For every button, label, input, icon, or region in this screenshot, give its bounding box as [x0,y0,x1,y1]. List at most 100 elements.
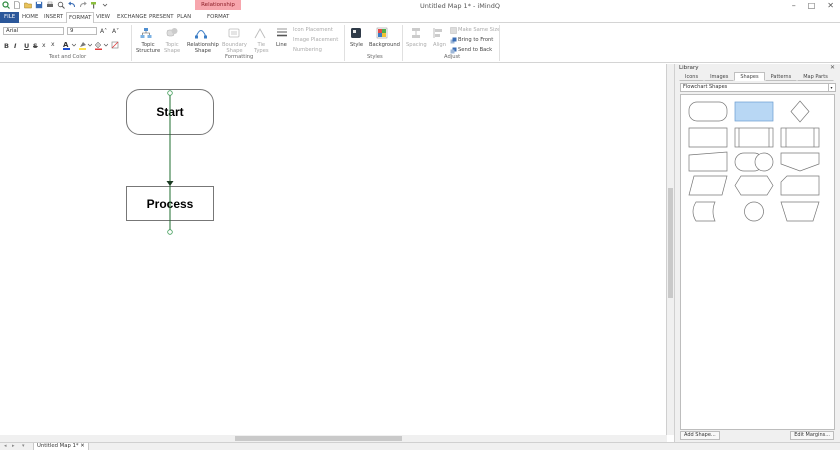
line-icon[interactable] [276,27,288,39]
tab-present[interactable]: PRESENT [147,12,176,23]
send-to-back-button[interactable]: Send to Back [458,47,492,53]
shape-manual-operation[interactable] [780,201,820,222]
document-tab[interactable]: Untitled Map 1* ✕ [33,443,89,450]
topic-structure-icon[interactable] [140,27,152,39]
background-icon[interactable] [376,27,388,39]
send-to-back-icon[interactable] [450,47,457,54]
library-panel: Library ✕ Icons Images Shapes Patterns M… [674,64,840,442]
maximize-button[interactable]: □ [808,1,816,10]
style-label[interactable]: Style [350,42,363,48]
shapes-gallery [680,94,835,430]
grow-font-icon[interactable]: A˄ [100,28,107,35]
shape-preparation[interactable] [780,152,820,172]
tab-exchange[interactable]: EXCHANGE [115,12,149,23]
ribbon-separator [499,25,500,61]
group-label-formatting: Formatting [225,54,254,60]
close-document-icon[interactable]: ✕ [80,443,84,449]
font-color-icon[interactable]: A [62,40,76,50]
group-label-adjust: Adjust [444,54,461,60]
map-canvas[interactable] [0,64,667,435]
style-icon[interactable] [350,27,362,39]
shape-card[interactable] [780,175,820,196]
chevron-down-icon[interactable]: ▾ [828,84,834,91]
library-tab-patterns[interactable]: Patterns [764,72,798,81]
topic-start[interactable]: Start [126,89,214,135]
add-shape-button[interactable]: Add Shape... [680,431,720,440]
background-label[interactable]: Background [369,42,400,48]
shape-hexagon[interactable] [734,175,774,196]
tab-list-icon[interactable]: ▾ [22,443,25,449]
edit-margins-button[interactable]: Edit Margins... [790,431,834,440]
italic-button[interactable]: I [14,42,16,50]
subscript-button[interactable]: x [42,42,46,49]
bring-to-front-button[interactable]: Bring to Front [458,37,493,43]
new-file-icon[interactable] [13,1,21,9]
undo-icon[interactable] [68,1,76,9]
shrink-font-icon[interactable]: A˅ [112,28,119,35]
superscript-button[interactable]: x [51,41,55,48]
shape-decision[interactable] [790,100,810,123]
line-label[interactable]: Line [276,42,287,48]
open-folder-icon[interactable] [24,1,32,9]
context-tab-relationship: Relationship [195,0,241,10]
image-placement-button: Image Placement [293,37,339,43]
minimize-button[interactable]: – [792,1,796,10]
close-button[interactable]: ✕ [827,1,834,10]
make-same-size-icon [450,27,457,34]
bold-button[interactable]: B [4,42,9,50]
ribbon-separator [344,25,345,61]
print-icon[interactable] [46,1,54,9]
font-size-combo[interactable]: 9 [67,27,97,35]
library-tab-images[interactable]: Images [704,72,735,81]
underline-button[interactable]: U [24,42,29,50]
strikethrough-button[interactable]: S [33,42,38,50]
shape-category-select[interactable]: Flowchart Shapes ▾ [680,83,836,92]
shape-data[interactable] [688,127,728,148]
shape-stored-data[interactable] [692,201,716,222]
topic-structure-label[interactable]: Topic Structure [136,42,160,54]
library-tab-map-parts[interactable]: Map Parts [797,72,834,81]
tab-relationship-format[interactable]: FORMAT [205,12,231,23]
tab-home[interactable]: HOME [20,12,40,23]
canvas-horizontal-scrollbar[interactable] [0,435,667,442]
fill-color-icon[interactable] [94,40,108,50]
topic-process[interactable]: Process [126,186,214,221]
preview-icon[interactable] [57,1,65,9]
shape-manual-input[interactable] [734,152,774,172]
boundary-shape-icon [228,28,240,38]
tab-insert[interactable]: INSERT [42,12,65,23]
highlight-color-icon[interactable] [78,40,92,50]
tab-scroll-right-icon[interactable]: ▸ [12,443,15,449]
library-tab-icons[interactable]: Icons [679,72,705,81]
shape-predefined-process[interactable] [734,127,774,148]
canvas-vertical-scrollbar[interactable] [667,64,674,435]
shape-internal-storage[interactable] [780,127,820,148]
ribbon: Arial 9 A˄ A˅ B I U S x x A Text and Col… [0,23,840,63]
format-painter-icon[interactable] [90,1,98,9]
horizontal-scroll-thumb[interactable] [235,436,402,441]
qat-more-icon[interactable] [101,1,109,9]
shape-process[interactable] [734,101,774,122]
tab-view[interactable]: VIEW [94,12,112,23]
svg-text:A: A [63,41,69,49]
shape-connector[interactable] [744,201,764,222]
align-icon [433,28,442,38]
tab-file[interactable]: FILE [0,12,20,23]
shape-terminator[interactable] [688,101,728,122]
redo-icon[interactable] [79,1,87,9]
library-close-icon[interactable]: ✕ [830,64,835,71]
bring-to-front-icon[interactable] [450,37,457,44]
library-tab-shapes[interactable]: Shapes [734,72,765,81]
clear-format-icon[interactable] [110,40,124,50]
shape-document[interactable] [688,151,728,172]
vertical-scroll-thumb[interactable] [668,188,673,298]
font-name-combo[interactable]: Arial [3,27,64,35]
shape-category-value: Flowchart Shapes [683,84,728,90]
relationship-shape-icon[interactable] [195,27,207,39]
relationship-shape-label[interactable]: Relationship Shape [187,42,219,54]
tab-scroll-left-icon[interactable]: ◂ [4,443,7,449]
save-icon[interactable] [35,1,43,9]
tab-plan[interactable]: PLAN [175,12,193,23]
shape-parallelogram[interactable] [688,175,728,196]
topic-shape-icon[interactable] [166,27,178,39]
